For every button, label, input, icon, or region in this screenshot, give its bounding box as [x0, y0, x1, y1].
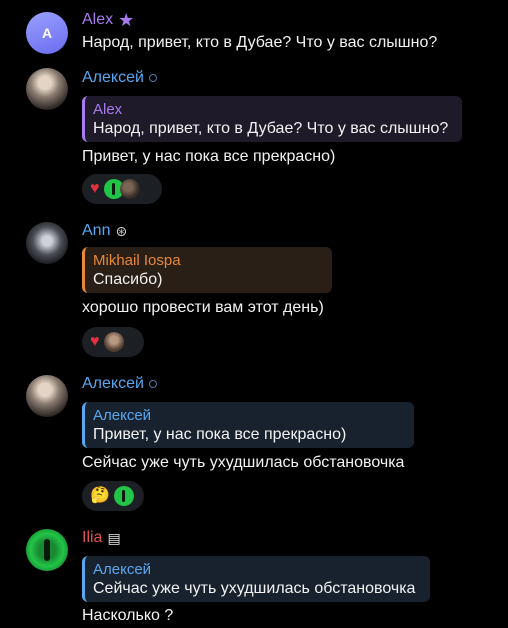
sender-name[interactable]: Alex ★: [82, 10, 134, 30]
reply-quote[interactable]: Mikhail Iospa Спасибо): [82, 247, 332, 293]
reply-text: Спасибо): [93, 271, 163, 288]
sender-name[interactable]: Ilia ▤: [82, 528, 121, 548]
message-text: Насколько ?: [82, 607, 174, 624]
reply-quote[interactable]: Алексей Привет, у нас пока все прекрасно…: [82, 402, 414, 448]
reply-quote[interactable]: Alex Народ, привет, кто в Дубае? Что у в…: [82, 96, 462, 142]
sender-label: Ann: [82, 222, 111, 239]
avatar[interactable]: [26, 68, 68, 110]
reply-name: Алексей: [93, 407, 152, 424]
avatar[interactable]: [26, 375, 68, 417]
message-text: хорошо провести вам этот день): [82, 299, 324, 316]
heart-icon[interactable]: ♥: [90, 181, 100, 197]
saturn-icon: ⊛: [115, 223, 128, 239]
reactions-bar[interactable]: 🤔: [82, 481, 144, 511]
message-text: Сейчас уже чуть ухудшилась обстановочка: [82, 454, 405, 471]
sender-name[interactable]: Ann ⊛: [82, 221, 127, 241]
sender-label: Alex: [82, 11, 114, 28]
reactions-bar[interactable]: ♥: [82, 327, 144, 357]
sender-name[interactable]: Алексей: [82, 374, 157, 394]
heart-icon[interactable]: ♥: [90, 334, 100, 350]
document-icon: ▤: [107, 530, 121, 546]
green-avatar: [113, 486, 134, 506]
star-icon: ★: [118, 10, 135, 30]
photo-avatar: [119, 179, 140, 199]
avatar[interactable]: [26, 529, 68, 571]
sender-label: Ilia: [82, 529, 103, 546]
sender-name[interactable]: Алексей: [82, 68, 157, 88]
thinking-icon[interactable]: 🤔: [90, 488, 110, 504]
reply-name: Alex: [93, 101, 123, 118]
sender-label: Алексей: [82, 69, 144, 86]
avatar[interactable]: [26, 222, 68, 264]
circle-icon: [148, 74, 157, 82]
photo-avatar: [103, 332, 124, 352]
reply-text: Сейчас уже чуть ухудшилась обстановочка: [93, 580, 416, 597]
avatar-letter: A: [41, 25, 53, 41]
reply-quote[interactable]: Алексей Сейчас уже чуть ухудшилась обста…: [82, 556, 430, 602]
reply-text: Привет, у нас пока все прекрасно): [93, 426, 347, 443]
message-text: Народ, привет, кто в Дубае? Что у вас сл…: [82, 34, 438, 51]
circle-icon: [148, 380, 157, 388]
reply-text: Народ, привет, кто в Дубае? Что у вас сл…: [93, 120, 449, 137]
reactions-bar[interactable]: ♥: [82, 174, 162, 204]
avatar[interactable]: A: [26, 12, 68, 54]
reply-name: Mikhail Iospa: [93, 252, 181, 269]
message-text: Привет, у нас пока все прекрасно): [82, 148, 336, 165]
avatar-logo: [44, 539, 50, 561]
reply-name: Алексей: [93, 561, 152, 578]
sender-label: Алексей: [82, 375, 144, 392]
